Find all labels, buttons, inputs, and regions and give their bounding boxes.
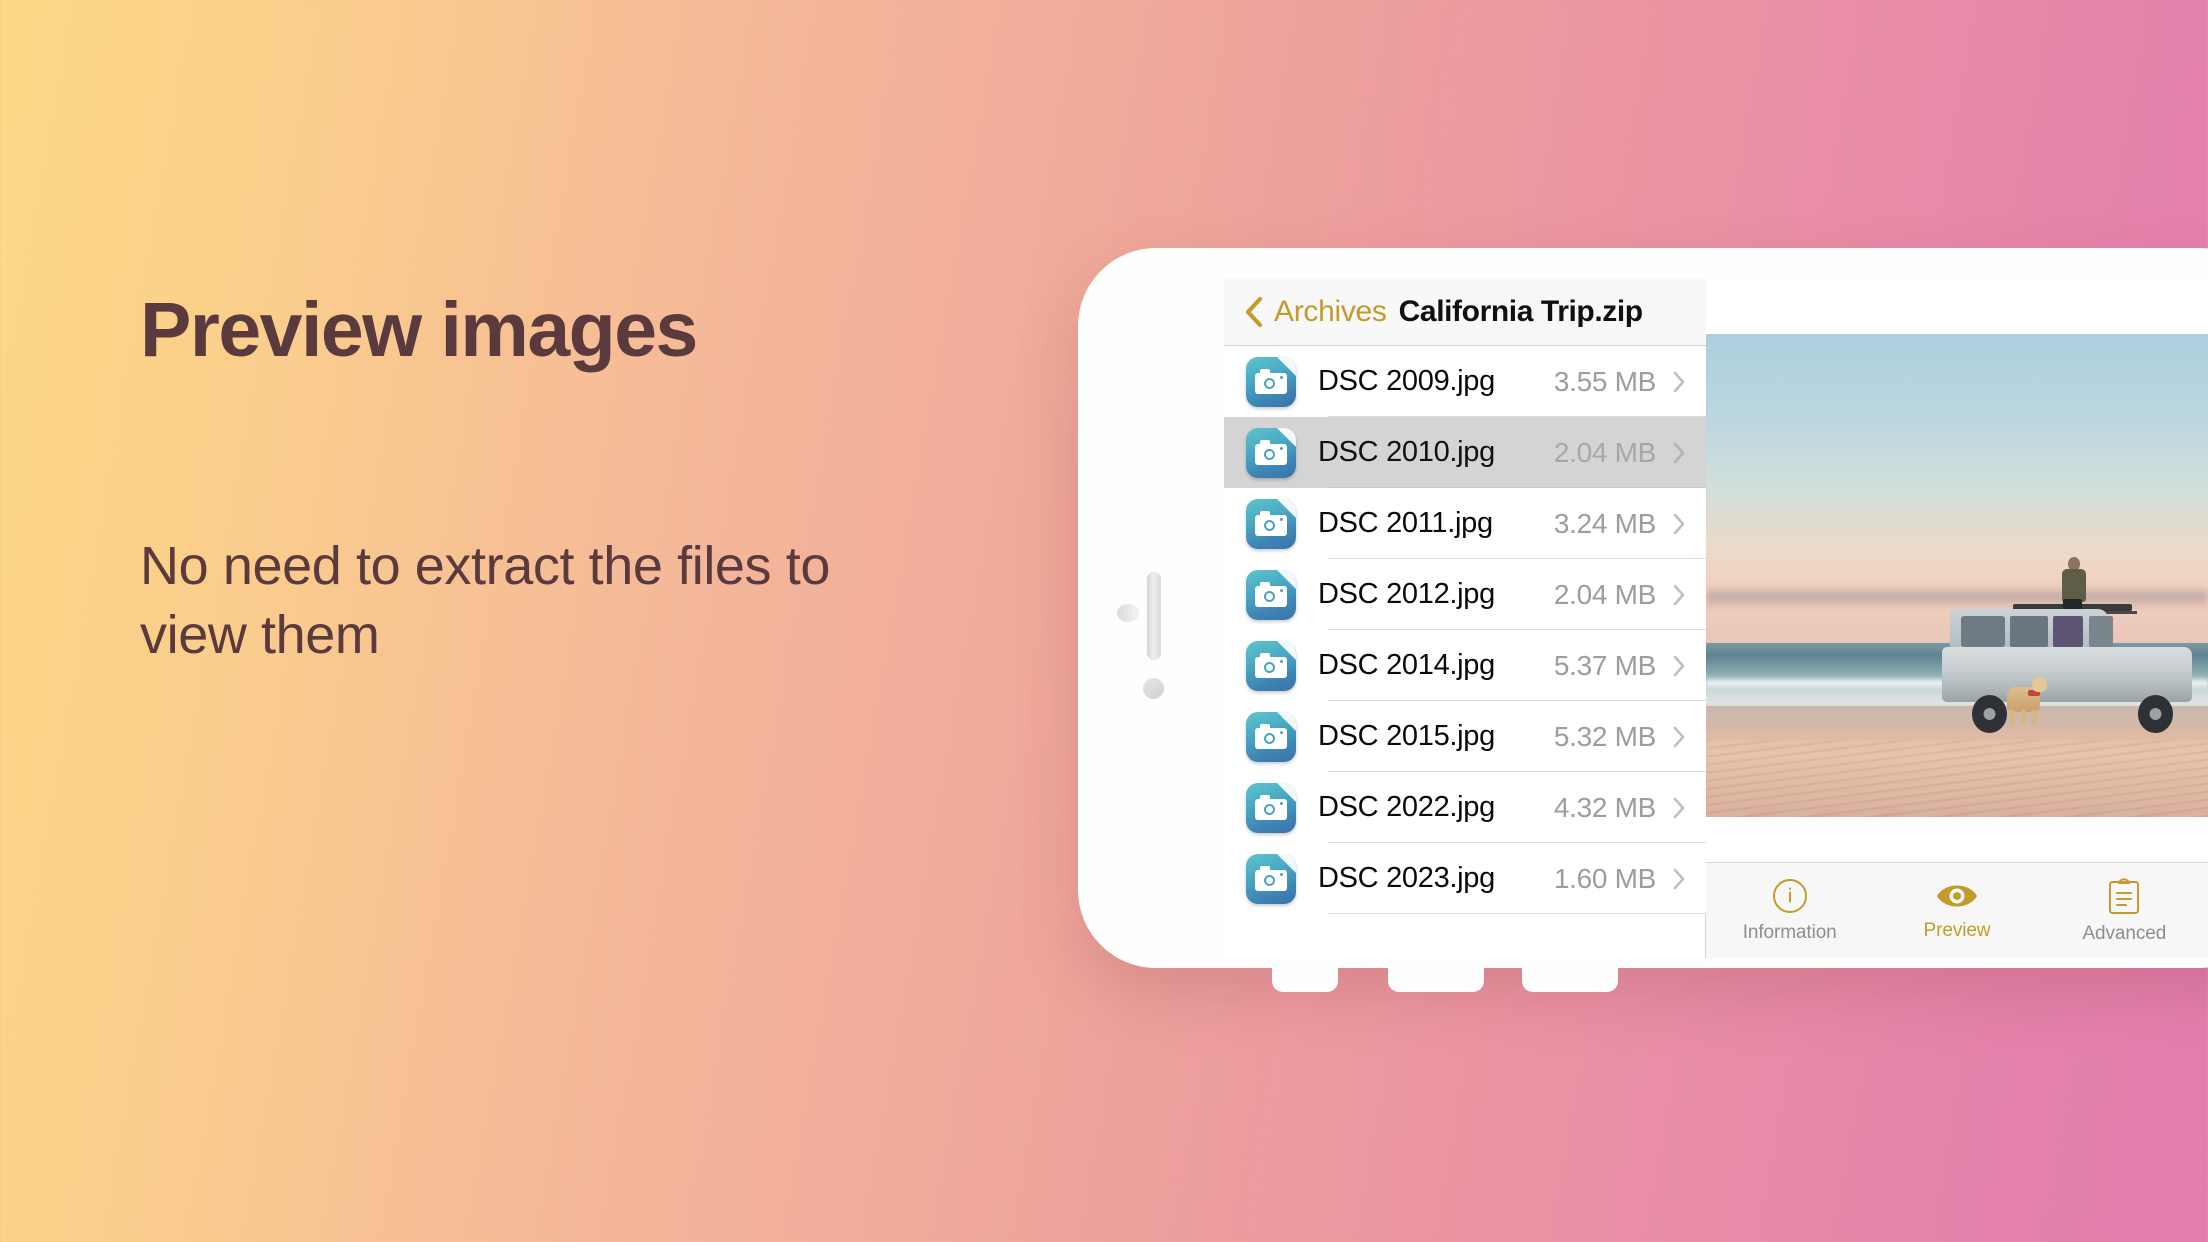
navigation-bar: Archives California Trip.zip [1224,278,1706,346]
device-bottom-tab-3 [1522,966,1618,992]
table-row[interactable]: DSC 2022.jpg 4.32 MB [1224,772,1706,843]
clipboard-icon [2109,877,2140,914]
file-size: 5.32 MB [1553,720,1656,752]
device-side-dot [1117,604,1139,622]
page-subtitle: No need to extract the files to view the… [140,536,830,666]
jpeg-photo-file-icon [1246,498,1296,549]
page-title: Preview images [140,287,698,373]
back-button-label[interactable]: Archives [1274,295,1387,329]
table-row[interactable]: DSC 2010.jpg 2.04 MB [1224,417,1706,488]
chevron-right-icon[interactable] [1672,370,1686,394]
tab-preview[interactable]: Preview [1873,879,2040,942]
suv-illustration [1937,556,2208,733]
file-name: DSC 2014.jpg [1318,649,1495,681]
tab-label: Information [1742,921,1837,943]
preview-detail-pane: Information Preview Advanced [1706,278,2208,958]
file-list: DSC 2009.jpg 3.55 MB DSC 2010.jpg 2.04 M… [1224,346,1706,914]
eye-icon [1936,885,1977,906]
jpeg-photo-file-icon [1246,569,1296,620]
file-size: 2.04 MB [1553,578,1656,610]
table-row[interactable]: DSC 2015.jpg 5.32 MB [1224,701,1706,772]
bottom-tab-bar: Information Preview Advanced [1706,862,2208,958]
file-name: DSC 2011.jpg [1318,507,1493,539]
jpeg-photo-file-icon [1246,782,1296,833]
volume-button[interactable] [1147,572,1161,660]
table-row[interactable]: DSC 2012.jpg 2.04 MB [1224,559,1706,630]
jpeg-photo-file-icon [1246,711,1296,762]
device-bottom-tab-2 [1388,966,1484,992]
device-bottom-tabs [1272,966,1732,992]
device-side-round-button[interactable] [1143,678,1164,699]
file-name: DSC 2022.jpg [1318,791,1495,823]
tab-information[interactable]: Information [1706,877,1873,944]
file-name: DSC 2010.jpg [1318,436,1495,468]
file-size: 3.24 MB [1553,507,1656,539]
file-size: 2.04 MB [1553,436,1656,468]
info-circle-icon [1772,878,1807,913]
jpeg-photo-file-icon [1246,356,1296,407]
phone-screen: Archives California Trip.zip DSC 2009.jp… [1224,278,2208,958]
archive-title: California Trip.zip [1398,295,1643,328]
file-name: DSC 2023.jpg [1318,862,1495,894]
file-name: DSC 2015.jpg [1318,720,1495,752]
chevron-right-icon[interactable] [1672,583,1686,607]
file-list-pane: Archives California Trip.zip DSC 2009.jp… [1224,278,1706,958]
table-row[interactable]: DSC 2011.jpg 3.24 MB [1224,488,1706,559]
beach-sunset-photo [1706,334,2208,817]
chevron-right-icon[interactable] [1672,725,1686,749]
file-size: 3.55 MB [1553,365,1656,397]
chevron-right-icon[interactable] [1672,654,1686,678]
chevron-right-icon[interactable] [1672,441,1686,465]
table-row[interactable]: DSC 2023.jpg 1.60 MB [1224,843,1706,914]
chevron-right-icon[interactable] [1672,867,1686,891]
tab-label: Preview [1923,919,1991,941]
table-row[interactable]: DSC 2009.jpg 3.55 MB [1224,346,1706,417]
table-row[interactable]: DSC 2014.jpg 5.37 MB [1224,630,1706,701]
image-preview[interactable] [1706,334,2208,817]
file-name: DSC 2012.jpg [1318,578,1495,610]
tab-advanced[interactable]: Advanced [2041,876,2208,945]
file-size: 5.37 MB [1553,649,1656,681]
chevron-right-icon[interactable] [1672,512,1686,536]
marketing-copy: Preview images No need to extract the fi… [140,287,1040,665]
file-name: DSC 2009.jpg [1318,365,1495,397]
jpeg-photo-file-icon [1246,427,1296,478]
chevron-right-icon[interactable] [1672,796,1686,820]
chevron-left-icon[interactable] [1244,296,1264,328]
file-size: 4.32 MB [1553,791,1656,823]
jpeg-photo-file-icon [1246,640,1296,691]
device-bottom-tab-1 [1272,966,1338,992]
tab-label: Advanced [2082,922,2167,944]
jpeg-photo-file-icon [1246,853,1296,904]
file-size: 1.60 MB [1553,862,1656,894]
